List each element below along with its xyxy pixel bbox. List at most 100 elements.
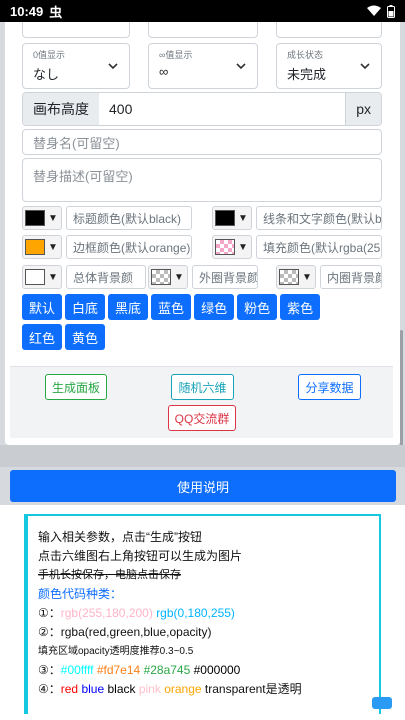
hex-example: #00ffff [60,663,94,677]
help-line: 颜色代码种类： [38,587,123,601]
help-color-rgba: ②：rgba(red,green,blue,opacity) [38,625,212,639]
title-color-picker[interactable]: ▼ [22,206,62,230]
battery-icon [387,4,395,18]
help-content: 输入相关参数，点击“生成”按钮 点击六维图右上角按钮可以生成为图片 手机长按保存… [24,514,381,714]
select-label: 成长状态 [287,50,324,60]
generate-panel-button[interactable]: 生成面板 [45,374,107,400]
caret-down-icon: ▼ [48,241,58,253]
outer-bg-picker[interactable]: ▼ [148,265,188,289]
preset-black-button[interactable]: 黑底 [108,294,149,320]
total-bg-input[interactable]: 总体背景颜 [66,265,146,289]
preset-red-button[interactable]: 红色 [22,324,63,350]
border-color-picker[interactable]: ▼ [22,235,62,259]
preset-white-button[interactable]: 白底 [65,294,106,320]
select-value: ∞ [159,64,169,79]
caret-down-icon: ▼ [238,241,248,253]
total-bg-picker[interactable]: ▼ [22,265,62,289]
preset-purple-button[interactable]: 紫色 [280,294,321,320]
rgb-example: rgb(255,180,200) [60,606,153,620]
title-color-row: ▼ 标题颜色(默认black) [22,205,192,231]
chevron-down-icon [360,63,370,70]
name-example: transparent是透明 [204,682,302,696]
app-notification-icon: 虫 [49,4,63,20]
infinity-display-select[interactable]: ∞值显示 ∞ [148,43,258,89]
hex-example: #000000 [193,663,241,677]
qq-group-button[interactable]: QQ交流群 [168,405,236,431]
fill-color-input[interactable]: 填充颜色(默认rgba(25 [256,235,382,259]
canvas-height-input[interactable]: 400 [99,93,346,125]
preset-yellow-button[interactable]: 黄色 [65,324,106,350]
outer-bg-row: ▼ 外圈背景颜 [148,264,258,290]
name-example: orange [164,682,202,696]
canvas-height-unit: px [345,93,381,125]
caret-down-icon: ▼ [302,271,312,283]
color-swatch [151,269,171,285]
name-example: pink [138,682,161,696]
help-color-names: ④：red blue black pink orange transparent… [38,680,369,699]
help-line: 输入相关参数，点击“生成”按钮 [38,530,202,544]
help-prefix: ①： [38,606,61,620]
preset-green-button[interactable]: 绿色 [194,294,235,320]
color-swatch [279,269,299,285]
chevron-down-icon [108,63,118,70]
color-swatch [215,239,235,255]
help-color-hex: ③：#00ffff #fd7e14 #28a745 #000000 [38,661,369,680]
status-icons [367,4,395,18]
help-color-rgb: ①：rgb(255,180,200) rgb(0,180,255) [38,604,369,623]
border-color-input[interactable]: 边框颜色(默认orange) [66,235,192,259]
select-value: 未完成 [287,67,327,82]
alias-input[interactable]: 替身名(可留空) [22,129,382,155]
preset-pink-button[interactable]: 粉色 [237,294,278,320]
help-prefix: ③： [38,663,61,677]
caret-down-icon: ▼ [48,212,58,224]
canvas-height-group: 画布高度 400 px [22,92,382,126]
line-color-row: ▼ 线条和文字颜色(默认b [212,205,382,231]
outer-bg-input[interactable]: 外圈背景颜 [192,265,258,289]
select-label: 0值显示 [33,50,66,60]
growth-state-select[interactable]: 成长状态 未完成 [276,43,382,89]
caret-down-icon: ▼ [238,212,248,224]
zero-display-select[interactable]: 0值显示 なし [22,43,130,89]
usage-help-button[interactable]: 使用说明 [10,470,396,502]
inner-bg-input[interactable]: 内圈背景颜 [320,265,382,289]
rgb-example: rgb(0,180,255) [156,606,235,620]
name-example: blue [81,682,105,696]
border-color-row: ▼ 边框颜色(默认orange) [22,234,192,260]
color-swatch [25,210,45,226]
background-strip [0,445,405,467]
line-color-picker[interactable]: ▼ [212,206,252,230]
name-example: black [107,682,136,696]
caret-down-icon: ▼ [48,271,58,283]
random-stats-button[interactable]: 随机六维 [171,374,234,400]
caret-down-icon: ▼ [174,271,184,283]
total-bg-row: ▼ 总体背景颜 [22,264,146,290]
scrollbar[interactable] [400,330,403,460]
chevron-down-icon [236,63,246,70]
fill-color-picker[interactable]: ▼ [212,235,252,259]
help-line: 点击六维图右上角按钮可以生成为图片 [38,549,243,563]
color-swatch [25,269,45,285]
fill-color-row: ▼ 填充颜色(默认rgba(25 [212,234,382,260]
inner-bg-row: ▼ 内圈背景颜 [276,264,382,290]
preset-buttons: 默认 白底 黑底 蓝色 绿色 粉色 紫色 红色 黄色 [22,294,362,350]
share-data-button[interactable]: 分享数据 [298,374,361,400]
hex-example: #28a745 [143,663,191,677]
help-opacity-note: 填充区域opacity透明度推荐0.3~0.5 [38,646,194,657]
name-example: red [60,682,79,696]
help-prefix: ④： [38,682,61,696]
canvas-height-label: 画布高度 [23,93,99,125]
select-label: ∞值显示 [159,50,193,60]
status-bar: 10:49 虫 [0,0,405,22]
select-value: なし [33,67,60,82]
preset-default-button[interactable]: 默认 [22,294,63,320]
hex-example: #fd7e14 [96,663,141,677]
status-time: 10:49 [10,3,44,19]
floating-chat-button[interactable] [372,697,392,709]
line-color-input[interactable]: 线条和文字颜色(默认b [256,206,382,230]
color-swatch [215,210,235,226]
title-color-input[interactable]: 标题颜色(默认black) [66,206,192,230]
color-swatch [25,239,45,255]
inner-bg-picker[interactable]: ▼ [276,265,316,289]
preset-blue-button[interactable]: 蓝色 [151,294,192,320]
description-textarea[interactable]: 替身描述(可留空) [22,158,382,202]
